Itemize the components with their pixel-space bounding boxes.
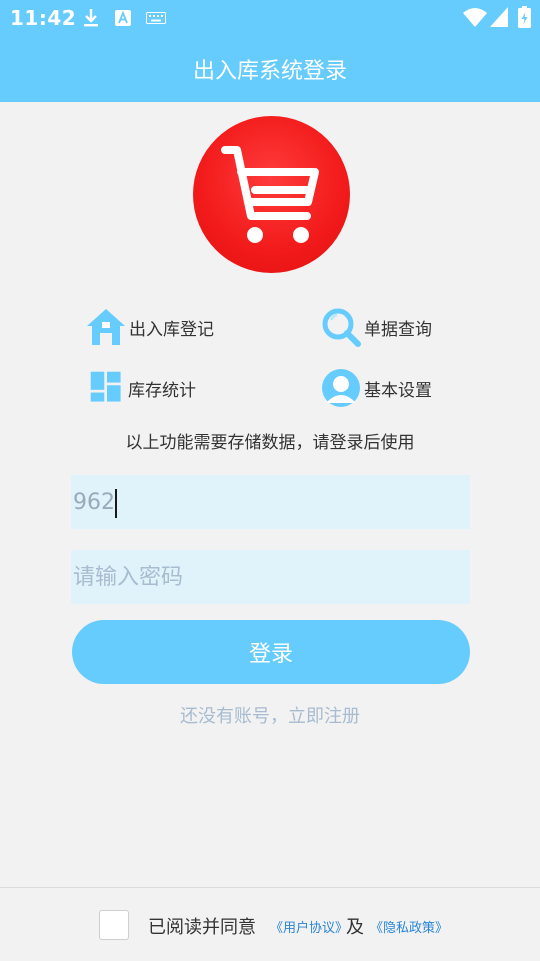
agreement-checkbox[interactable]: [99, 910, 129, 940]
feature-basic-settings[interactable]: 基本设置: [320, 366, 432, 410]
register-link[interactable]: 还没有账号，立即注册: [0, 702, 540, 728]
login-button[interactable]: 登录: [72, 620, 470, 684]
feature-label: 出入库登记: [129, 319, 214, 340]
text-caret: [115, 489, 117, 518]
password-input[interactable]: [71, 550, 470, 604]
shopping-cart-icon: [221, 146, 319, 243]
feature-inventory-statistics[interactable]: 库存统计: [88, 366, 196, 410]
agreement-text: 已阅读并同意: [148, 917, 256, 938]
agreement-footer: 已阅读并同意 《用户协议》 及 《隐私政策》: [0, 887, 540, 961]
home-icon: [87, 309, 125, 345]
privacy-policy-link[interactable]: 《隐私政策》: [370, 917, 448, 936]
feature-document-query[interactable]: 单据查询: [320, 305, 432, 349]
search-icon: [322, 308, 361, 347]
feature-label: 单据查询: [364, 319, 432, 340]
app-logo: [193, 116, 350, 273]
agreement-and-text: 及: [346, 917, 364, 938]
login-hint: 以上功能需要存储数据，请登录后使用: [125, 433, 415, 453]
username-input[interactable]: [71, 475, 470, 529]
app-bar: 出入库系统登录: [0, 36, 540, 102]
status-time: 11:42: [10, 6, 77, 30]
battery-icon: [518, 6, 531, 28]
feature-inbound-outbound-register[interactable]: 出入库登记: [85, 305, 214, 349]
user-agreement-link[interactable]: 《用户协议》: [270, 917, 348, 936]
wifi-icon: [463, 8, 487, 27]
feature-label: 库存统计: [128, 380, 196, 401]
signal-icon: [490, 7, 508, 27]
keyboard-icon: [146, 12, 166, 24]
feature-label: 基本设置: [364, 380, 432, 401]
user-icon: [322, 369, 360, 407]
download-icon: [84, 9, 98, 27]
page-title: 出入库系统登录: [192, 59, 347, 84]
a-notification-icon: [115, 10, 131, 26]
dashboard-tiles-icon: [90, 371, 121, 402]
status-bar: 11:42: [0, 0, 540, 36]
